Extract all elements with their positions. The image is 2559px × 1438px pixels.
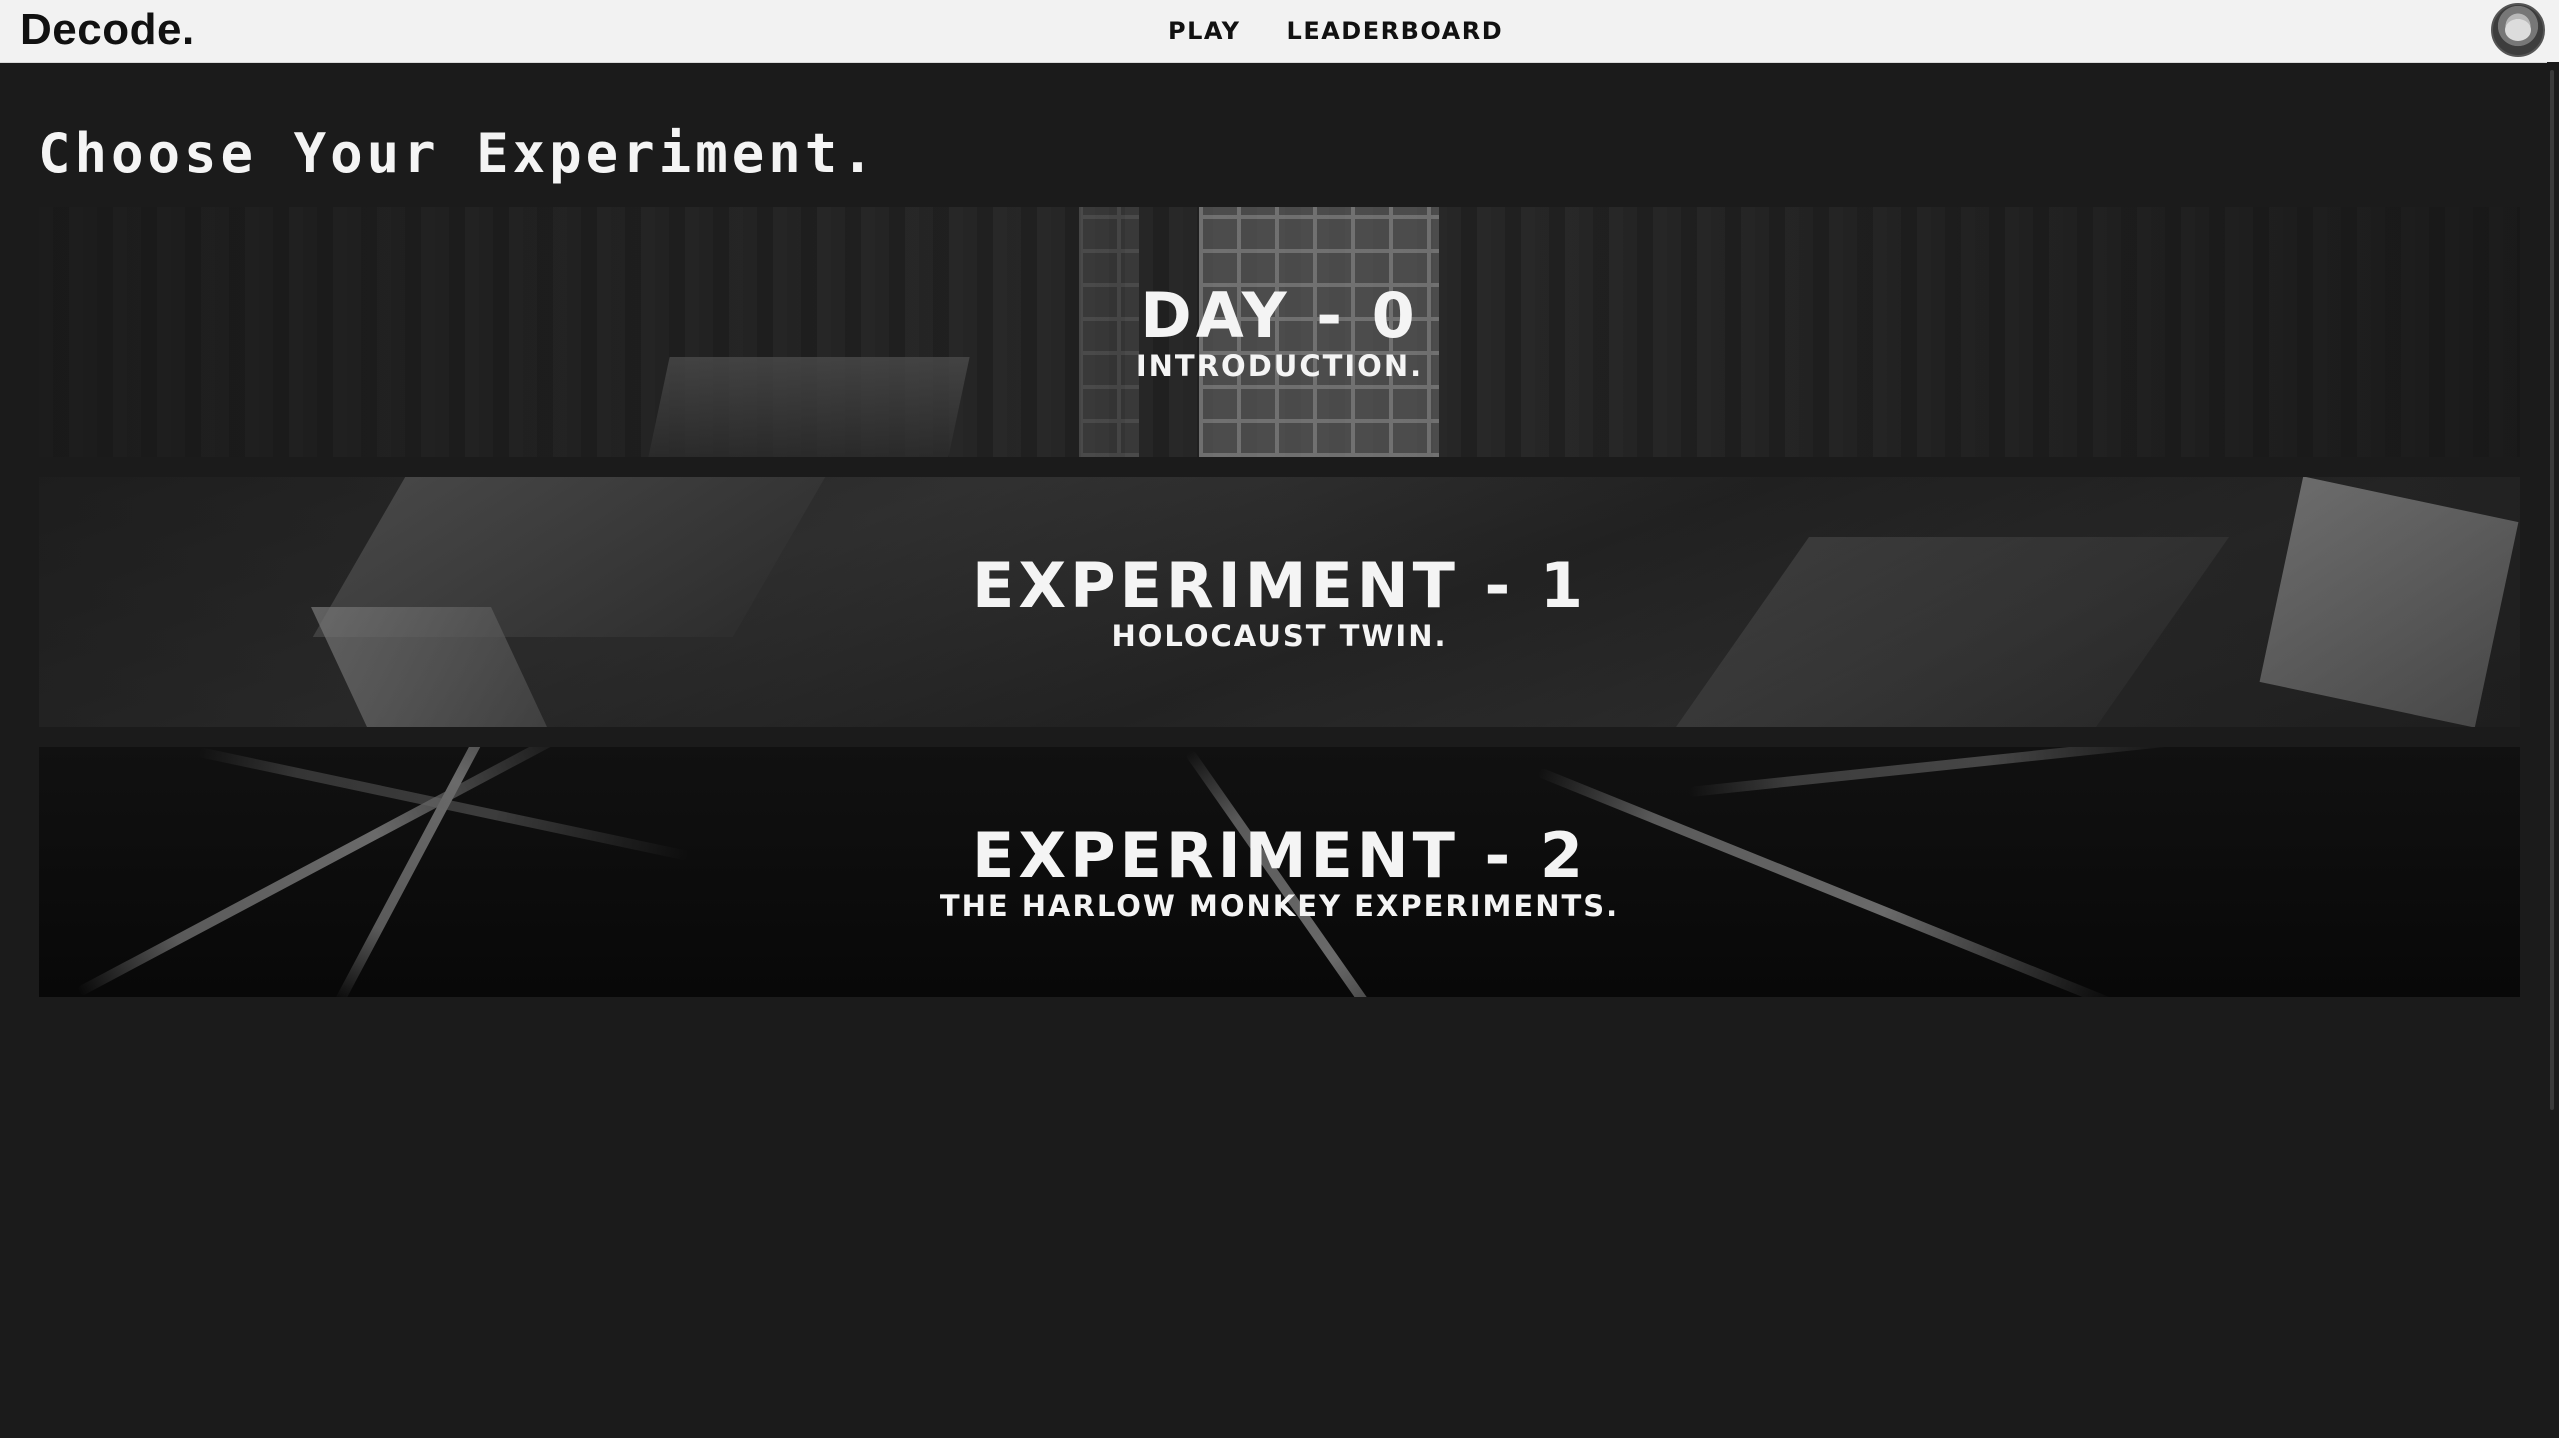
nav-leaderboard-link[interactable]: LEADERBOARD <box>1287 17 1504 45</box>
branch-image-detail <box>1688 747 2187 797</box>
avatar-image <box>2505 19 2531 41</box>
nav-play-link[interactable]: PLAY <box>1168 17 1241 45</box>
scrollbar-thumb[interactable] <box>2550 70 2554 1110</box>
experiment-subtitle: HOLOCAUST TWIN. <box>1111 619 1448 653</box>
experiment-title: EXPERIMENT - 2 <box>971 819 1588 892</box>
experiment-subtitle: INTRODUCTION. <box>1135 349 1424 383</box>
page-title: Choose Your Experiment. <box>38 122 878 185</box>
logo[interactable]: Decode. <box>20 2 195 58</box>
experiment-title: DAY - 0 <box>1140 279 1419 352</box>
card-text: EXPERIMENT - 2 THE HARLOW MONKEY EXPERIM… <box>39 819 2520 924</box>
experiment-card-day-0[interactable]: DAY - 0 INTRODUCTION. <box>39 207 2520 457</box>
user-avatar[interactable] <box>2491 3 2545 57</box>
experiment-subtitle: THE HARLOW MONKEY EXPERIMENTS. <box>939 889 1620 923</box>
page-scrollbar[interactable] <box>2547 62 2559 1438</box>
experiment-title: EXPERIMENT - 1 <box>971 549 1588 622</box>
top-navigation-bar: Decode. PLAY LEADERBOARD <box>0 0 2559 63</box>
experiment-card-1[interactable]: EXPERIMENT - 1 HOLOCAUST TWIN. <box>39 477 2520 727</box>
card-text: DAY - 0 INTRODUCTION. <box>39 279 2520 384</box>
experiment-card-2[interactable]: EXPERIMENT - 2 THE HARLOW MONKEY EXPERIM… <box>39 747 2520 997</box>
main-nav: PLAY LEADERBOARD <box>1168 0 1503 62</box>
card-text: EXPERIMENT - 1 HOLOCAUST TWIN. <box>39 549 2520 654</box>
